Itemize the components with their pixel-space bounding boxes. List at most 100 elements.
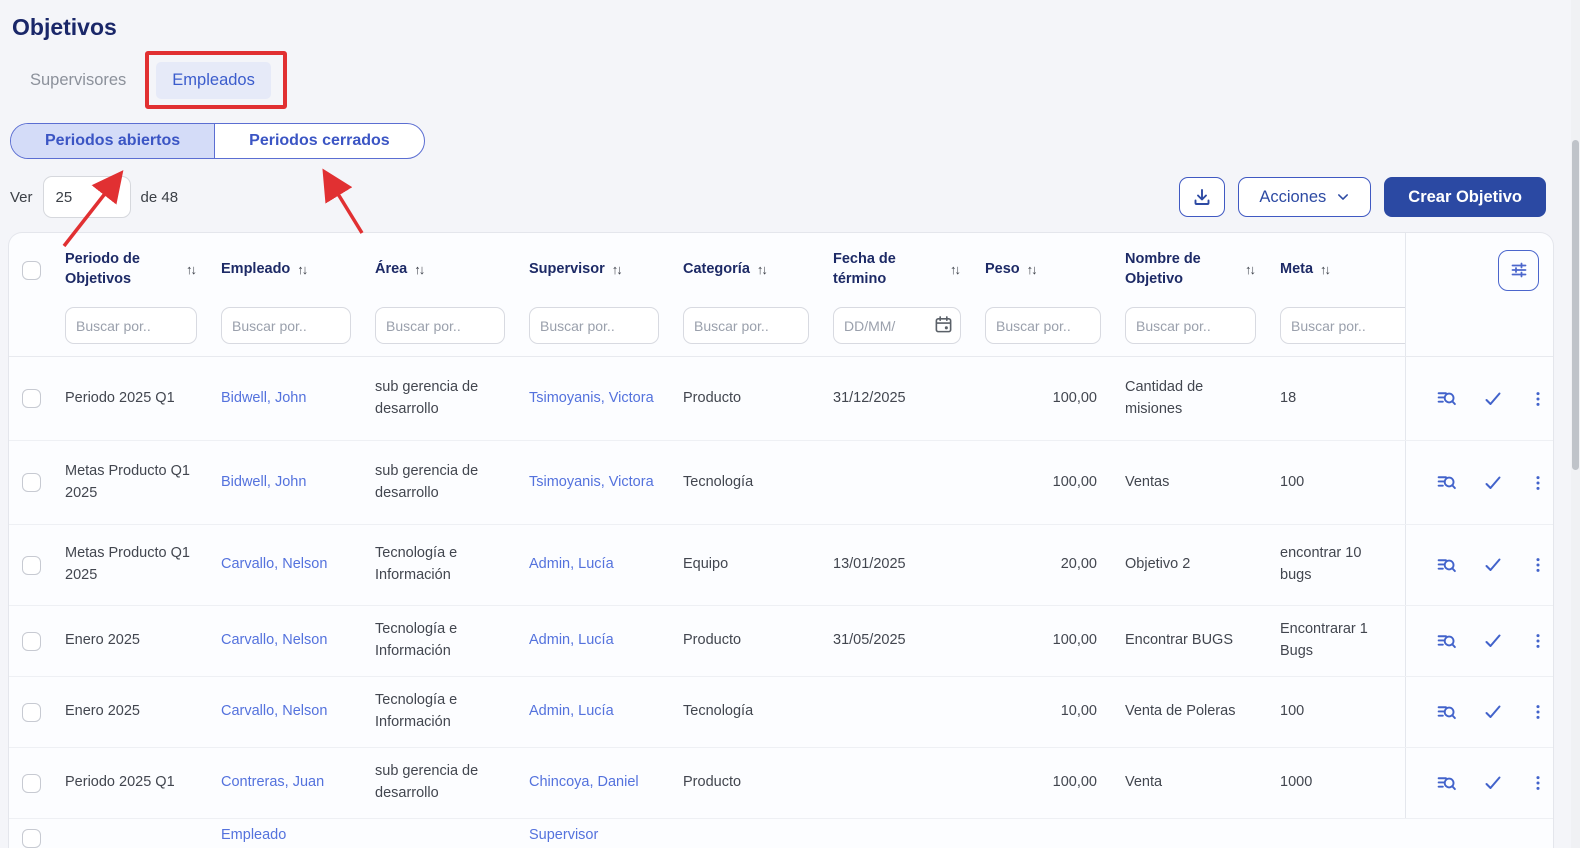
approve-button[interactable] [1483, 389, 1503, 409]
scrollbar-thumb[interactable] [1572, 140, 1579, 470]
acciones-button[interactable]: Acciones [1238, 177, 1371, 217]
view-details-button[interactable] [1436, 472, 1457, 493]
column-filter-input[interactable] [529, 307, 659, 344]
sort-icon[interactable]: ↑↓ [1245, 260, 1256, 280]
periodo-value: Metas Producto Q1 2025 [65, 545, 190, 583]
row-menu-button[interactable] [1529, 774, 1547, 792]
cell-supervisor: Admin, Lucía [517, 630, 671, 652]
tab-empleados[interactable]: Empleados [156, 62, 271, 99]
cell-nombre: Venta [1113, 772, 1268, 794]
view-details-button[interactable] [1436, 702, 1457, 723]
cell-actions [1405, 748, 1554, 818]
sort-icon[interactable]: ↑↓ [414, 260, 425, 280]
table-row[interactable]: Periodo 2025 Q1 Bidwell, John sub gerenc… [9, 357, 1553, 441]
sort-icon[interactable]: ↑↓ [297, 260, 308, 280]
row-menu-button[interactable] [1529, 474, 1547, 492]
empleado-link[interactable]: Carvallo, Nelson [221, 556, 327, 572]
row-checkbox[interactable] [22, 829, 41, 848]
row-menu-button[interactable] [1529, 632, 1547, 650]
meta-value: 1000 [1280, 774, 1312, 790]
column-filter-input[interactable] [683, 307, 809, 344]
view-details-button[interactable] [1436, 555, 1457, 576]
empleado-link[interactable]: Carvallo, Nelson [221, 632, 327, 648]
total-count-label: de 48 [141, 189, 179, 206]
column-filter-input[interactable] [1280, 307, 1405, 344]
row-select-cell [9, 473, 53, 492]
supervisor-link[interactable]: Supervisor [529, 827, 598, 843]
table-row[interactable]: Metas Producto Q1 2025 Bidwell, John sub… [9, 441, 1553, 525]
tab-supervisores[interactable]: Supervisores [14, 62, 142, 99]
cell-categoria: Producto [671, 772, 821, 794]
area-value: sub gerencia de desarrollo [375, 763, 478, 801]
empleado-link[interactable]: Bidwell, John [221, 390, 306, 406]
column-filter-input[interactable] [221, 307, 351, 344]
column-filter-input[interactable] [375, 307, 505, 344]
column-filter-input[interactable] [65, 307, 197, 344]
peso-value: 20,00 [1061, 556, 1097, 572]
empleado-link[interactable]: Empleado [221, 827, 286, 843]
sort-icon[interactable]: ↑↓ [1027, 260, 1038, 280]
sort-icon[interactable]: ↑↓ [612, 260, 623, 280]
view-details-button[interactable] [1436, 773, 1457, 794]
approve-button[interactable] [1483, 555, 1503, 575]
table-row[interactable]: Enero 2025 Carvallo, Nelson Tecnología e… [9, 677, 1553, 748]
row-checkbox[interactable] [22, 774, 41, 793]
row-menu-button[interactable] [1529, 390, 1547, 408]
check-icon [1483, 702, 1503, 722]
column-filter-input[interactable] [1125, 307, 1256, 344]
table-row[interactable]: Metas Producto Q1 2025 Carvallo, Nelson … [9, 525, 1553, 606]
list-search-icon [1436, 555, 1457, 576]
row-checkbox[interactable] [22, 632, 41, 651]
column-settings-button[interactable] [1498, 250, 1539, 291]
supervisor-link[interactable]: Tsimoyanis, Victora [529, 474, 654, 490]
periodos-cerrados-button[interactable]: Periodos cerrados [214, 124, 424, 158]
empleado-link[interactable]: Contreras, Juan [221, 774, 324, 790]
cell-peso: 100,00 [973, 772, 1113, 794]
empleado-link[interactable]: Carvallo, Nelson [221, 703, 327, 719]
row-checkbox[interactable] [22, 703, 41, 722]
column-filter-input[interactable] [985, 307, 1101, 344]
row-checkbox[interactable] [22, 389, 41, 408]
empleado-link[interactable]: Bidwell, John [221, 474, 306, 490]
table-row[interactable]: Empleado Supervisor [9, 819, 1553, 848]
approve-button[interactable] [1483, 631, 1503, 651]
sort-icon[interactable]: ↑↓ [1320, 260, 1331, 280]
sort-icon[interactable]: ↑↓ [757, 260, 768, 280]
sort-icon[interactable]: ↑↓ [950, 260, 961, 280]
approve-button[interactable] [1483, 702, 1503, 722]
row-checkbox[interactable] [22, 473, 41, 492]
date-filter-input[interactable] [833, 307, 961, 344]
table-row[interactable]: Enero 2025 Carvallo, Nelson Tecnología e… [9, 606, 1553, 677]
row-menu-button[interactable] [1529, 703, 1547, 721]
cell-empleado: Bidwell, John [209, 472, 363, 494]
supervisor-link[interactable]: Admin, Lucía [529, 703, 614, 719]
supervisor-link[interactable]: Admin, Lucía [529, 632, 614, 648]
approve-button[interactable] [1483, 473, 1503, 493]
supervisor-link[interactable]: Admin, Lucía [529, 556, 614, 572]
approve-button[interactable] [1483, 773, 1503, 793]
table-row[interactable]: Periodo 2025 Q1 Contreras, Juan sub gere… [9, 748, 1553, 819]
sort-icon[interactable]: ↑↓ [186, 260, 197, 280]
view-details-button[interactable] [1436, 631, 1457, 652]
download-button[interactable] [1179, 177, 1225, 217]
list-search-icon [1436, 472, 1457, 493]
supervisor-link[interactable]: Chincoya, Daniel [529, 774, 639, 790]
row-checkbox[interactable] [22, 556, 41, 575]
cell-nombre [1113, 819, 1268, 825]
periodos-abiertos-button[interactable]: Periodos abiertos [11, 124, 214, 158]
row-select-cell [9, 632, 53, 651]
crear-objetivo-button[interactable]: Crear Objetivo [1384, 177, 1546, 217]
cell-actions [1405, 606, 1554, 676]
actions-header-cell [1405, 233, 1554, 307]
view-details-button[interactable] [1436, 388, 1457, 409]
row-menu-button[interactable] [1529, 556, 1547, 574]
cell-meta: encontrar 10 bugs [1268, 543, 1405, 587]
row-actions [1418, 388, 1547, 409]
column-header-label: Empleado [221, 260, 290, 280]
vertical-scrollbar[interactable] [1571, 0, 1580, 848]
actions-filter-cell [1405, 307, 1554, 356]
page-size-select[interactable]: 25 [43, 176, 131, 218]
select-all-checkbox[interactable] [22, 261, 41, 280]
supervisor-link[interactable]: Tsimoyanis, Victora [529, 390, 654, 406]
cell-meta [1268, 819, 1405, 825]
